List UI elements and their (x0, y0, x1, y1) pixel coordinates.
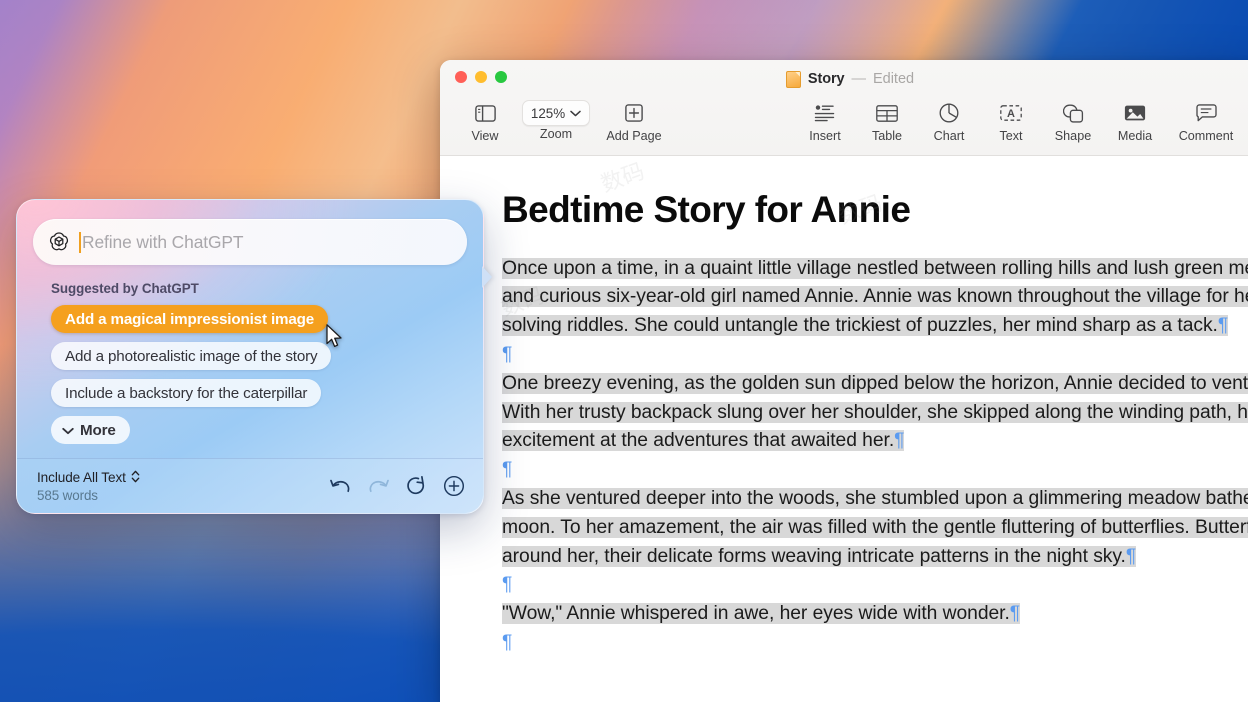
toolbar-label-comment: Comment (1178, 129, 1234, 143)
toolbar-button-text[interactable]: A Text (980, 94, 1042, 143)
pilcrow-mark: ¶ (894, 430, 905, 452)
more-suggestions-button[interactable]: More (51, 416, 130, 444)
text-box-icon: A (1000, 98, 1022, 128)
toolbar-button-add-page[interactable]: Add Page (596, 94, 672, 143)
desktop-background: Story — Edited View 125% Zoom Add Page I… (0, 0, 1248, 702)
pilcrow-mark: ¶ (502, 574, 513, 596)
document-paragraph-empty[interactable]: ¶ (502, 571, 1248, 600)
comment-bubble-icon (1195, 98, 1217, 128)
pilcrow-mark: ¶ (1217, 315, 1229, 337)
toolbar-label-zoom: Zoom (539, 127, 573, 141)
panel-pointer-tail (482, 266, 492, 288)
document-edited-status: Edited (872, 71, 915, 87)
toolbar-button-media[interactable]: Media (1104, 94, 1166, 143)
zoom-select[interactable]: 125% (521, 100, 591, 126)
document-paragraph-empty[interactable]: ¶ (502, 629, 1248, 658)
photo-icon (1124, 98, 1146, 128)
pages-document-window: Story — Edited View 125% Zoom Add Page I… (440, 60, 1248, 702)
toolbar-button-zoom[interactable]: 125% Zoom (516, 94, 596, 141)
toolbar-label-add-page: Add Page (606, 129, 662, 143)
title-separator: — (851, 71, 866, 87)
pie-chart-icon (939, 98, 959, 128)
undo-icon[interactable] (329, 475, 351, 497)
table-icon (876, 98, 898, 128)
pilcrow-mark: ¶ (502, 344, 513, 366)
include-scope-selector[interactable]: Include All Text (37, 470, 140, 486)
more-label: More (80, 421, 116, 439)
suggestion-pill-photorealistic[interactable]: Add a photorealistic image of the story (51, 342, 332, 370)
chevron-down-icon (570, 104, 581, 122)
word-count-label: 585 words (37, 487, 98, 503)
chevron-down-icon (62, 422, 74, 439)
include-scope-label: Include All Text (37, 470, 126, 485)
shape-icon (1062, 98, 1084, 128)
insert-list-icon (814, 98, 836, 128)
regenerate-icon[interactable] (405, 475, 427, 497)
suggested-section-label: Suggested by ChatGPT (51, 281, 199, 296)
zoom-value: 125% (530, 105, 566, 121)
window-titlebar: Story — Edited View 125% Zoom Add Page I… (440, 60, 1248, 156)
toolbar-label-shape: Shape (1054, 129, 1092, 143)
toolbar-label-insert: Insert (809, 129, 841, 143)
paragraph-text: "Wow," Annie whispered in awe, her eyes … (502, 603, 1010, 625)
toolbar-label-text: Text (999, 129, 1023, 143)
paragraph-text: Once upon a time, in a quaint little vil… (502, 257, 1248, 337)
document-toolbar: View 125% Zoom Add Page Insert Table Cha… (440, 94, 1248, 143)
toolbar-label-view: View (471, 129, 499, 143)
add-icon[interactable] (443, 475, 465, 497)
document-paragraph[interactable]: As she ventured deeper into the woods, s… (502, 485, 1248, 571)
toolbar-button-table[interactable]: Table (856, 94, 918, 143)
document-title-group[interactable]: Story — Edited (440, 69, 1248, 89)
text-caret (79, 231, 81, 253)
toolbar-label-chart: Chart (933, 129, 965, 143)
chatgpt-prompt-field[interactable]: Refine with ChatGPT (33, 219, 467, 265)
toolbar-button-chart[interactable]: Chart (918, 94, 980, 143)
pilcrow-mark: ¶ (502, 459, 513, 481)
chatgpt-panel-footer: Include All Text 585 words (17, 458, 483, 513)
chatgpt-prompt-placeholder: Refine with ChatGPT (82, 231, 244, 252)
sidebar-icon (474, 98, 496, 128)
document-paragraph[interactable]: "Wow," Annie whispered in awe, her eyes … (502, 600, 1248, 629)
document-canvas[interactable]: 数码 数码 数码 Bedtime Story for Annie Once up… (440, 156, 1248, 702)
toolbar-label-table: Table (871, 129, 903, 143)
paragraph-text: One breezy evening, as the golden sun di… (502, 372, 1248, 452)
toolbar-button-shape[interactable]: Shape (1042, 94, 1104, 143)
pilcrow-mark: ¶ (1125, 545, 1137, 567)
document-paragraph-empty[interactable]: ¶ (502, 456, 1248, 485)
document-paragraph-empty[interactable]: ¶ (502, 341, 1248, 370)
document-paragraph[interactable]: Once upon a time, in a quaint little vil… (502, 255, 1248, 341)
openai-logo-icon (47, 230, 71, 254)
toolbar-button-view[interactable]: View (454, 94, 516, 143)
toolbar-button-insert[interactable]: Insert (794, 94, 856, 143)
updown-chevron-icon (131, 470, 140, 486)
svg-text:A: A (1007, 108, 1015, 120)
pilcrow-mark: ¶ (1009, 603, 1021, 625)
suggestion-pill-caterpillar-backstory[interactable]: Include a backstory for the caterpillar (51, 379, 322, 407)
redo-icon[interactable] (367, 475, 389, 497)
toolbar-button-comment[interactable]: Comment (1166, 94, 1246, 143)
chatgpt-refine-panel: Refine with ChatGPT Suggested by ChatGPT… (16, 199, 492, 514)
plus-square-icon (625, 98, 643, 128)
suggestion-pill-magical-impressionist[interactable]: Add a magical impressionist image (51, 305, 329, 333)
pages-document-icon (785, 70, 801, 88)
toolbar-label-media: Media (1117, 129, 1153, 143)
pilcrow-mark: ¶ (502, 632, 513, 654)
paragraph-text: As she ventured deeper into the woods, s… (502, 488, 1248, 567)
document-title: Story (807, 71, 845, 87)
document-paragraph[interactable]: One breezy evening, as the golden sun di… (502, 370, 1248, 456)
page-title: Bedtime Story for Annie (502, 189, 911, 230)
